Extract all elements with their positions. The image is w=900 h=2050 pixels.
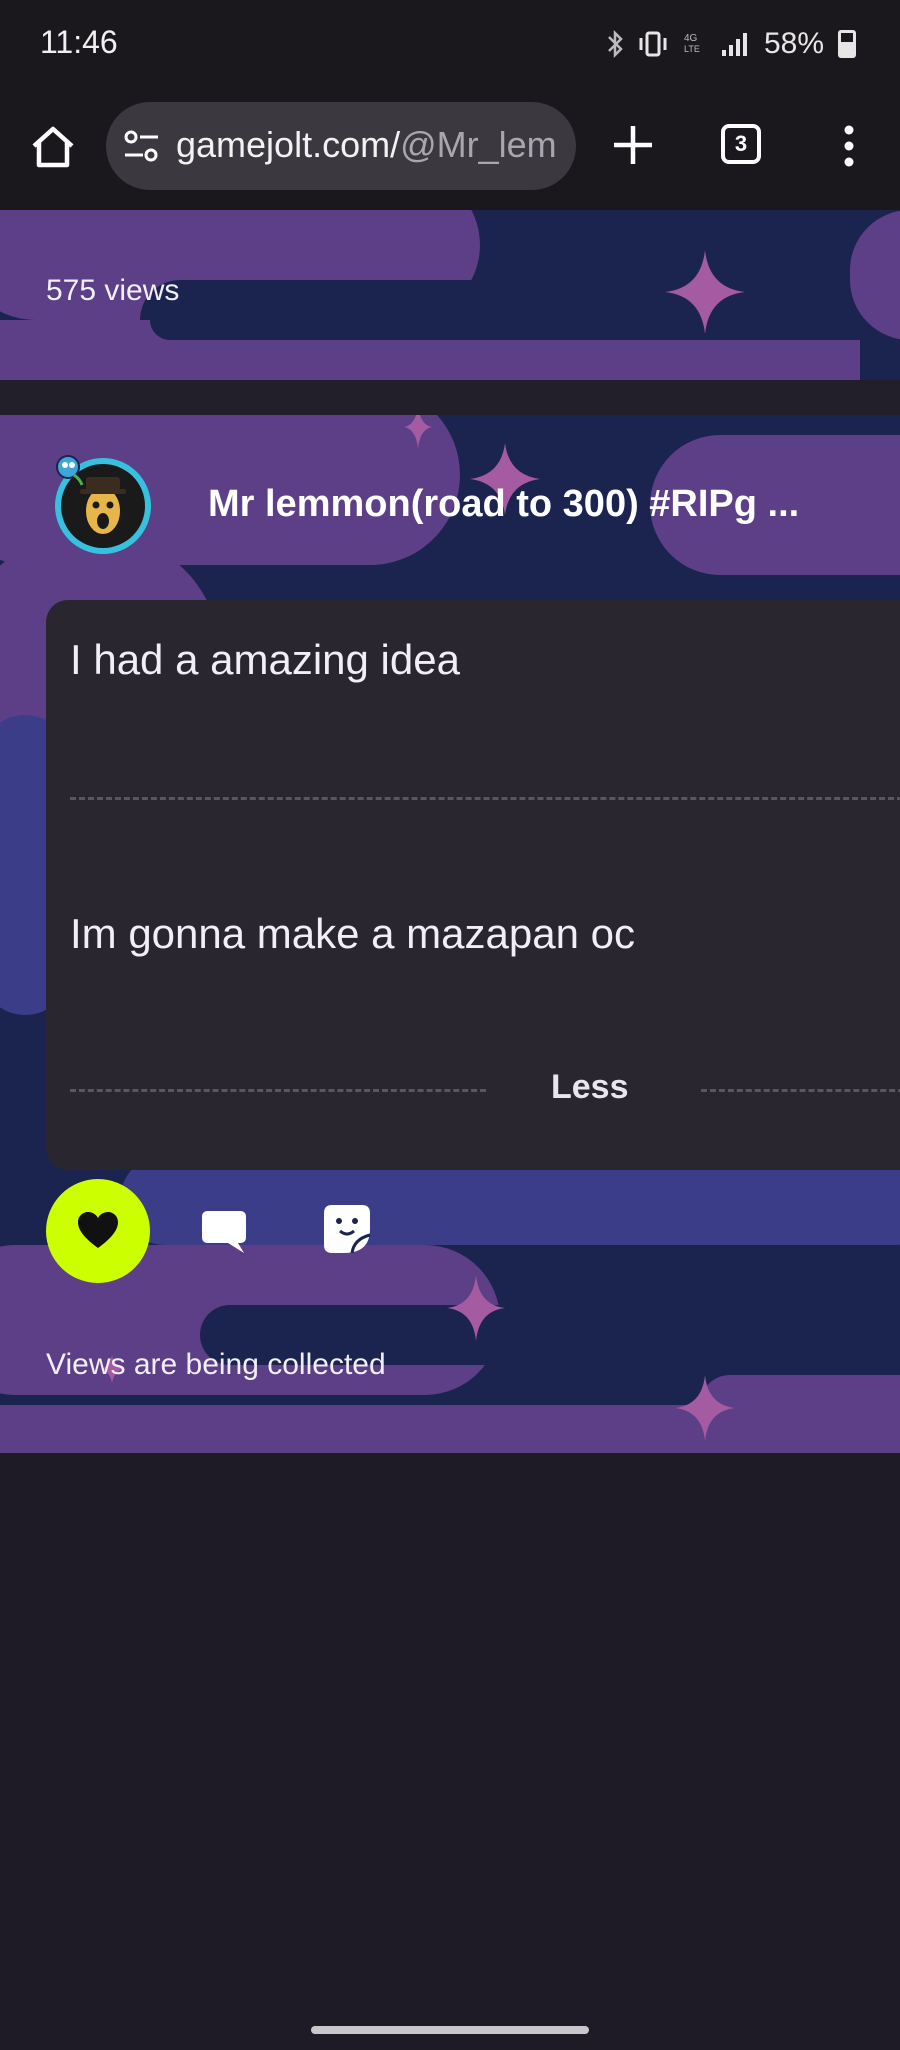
vibrate-icon [639, 31, 667, 57]
bluetooth-icon [608, 30, 623, 58]
tabs-button[interactable]: 3 [721, 124, 761, 164]
tab-count: 3 [734, 131, 748, 156]
post-divider [0, 380, 900, 415]
show-less-button[interactable]: Less [551, 1068, 629, 1107]
gesture-bar[interactable] [311, 2026, 589, 2034]
post-card: Mr lemmon(road to 300) #RIPg ... I had a… [0, 415, 900, 1453]
dashed-separator [70, 797, 900, 800]
previous-post-card: 575 views [0, 210, 900, 380]
plus-icon[interactable] [608, 120, 658, 170]
battery-icon [838, 30, 856, 58]
author-name[interactable]: Mr lemmon(road to 300) #RIPg ... [208, 483, 799, 526]
status-bar: 11:46 4G LTE 58% [0, 0, 900, 90]
home-icon[interactable] [28, 122, 78, 172]
comment-icon[interactable] [200, 1209, 248, 1255]
status-time: 11:46 [40, 24, 118, 60]
post-paragraph: I had a amazing idea [70, 636, 460, 683]
url-host: gamejolt.com/ [176, 124, 401, 165]
status-icons: 4G LTE 58% [606, 24, 856, 64]
address-bar[interactable]: gamejolt.com/@Mr_lem [106, 102, 576, 190]
post-paragraph: Im gonna make a mazapan oc [70, 910, 635, 957]
browser-toolbar: gamejolt.com/@Mr_lem 3 [0, 90, 900, 210]
url-text[interactable]: gamejolt.com/@Mr_lem [176, 124, 566, 166]
dashed-separator [70, 1089, 486, 1092]
signal-icon [721, 33, 747, 56]
view-count: Views are being collected [46, 1348, 386, 1381]
svg-text:4G: 4G [684, 33, 698, 44]
svg-text:LTE: LTE [684, 44, 700, 54]
like-button[interactable] [46, 1179, 150, 1283]
url-path: @Mr_lem [400, 124, 557, 165]
site-settings-icon[interactable] [122, 128, 162, 164]
author-avatar[interactable] [52, 455, 154, 557]
4g-lte-icon: 4GLTE [684, 33, 700, 54]
sticker-icon[interactable] [322, 1203, 372, 1255]
heart-icon [78, 1212, 118, 1248]
post-content: I had a amazing idea Im gonna make a maz… [46, 600, 900, 1170]
dashed-separator [701, 1089, 900, 1092]
view-count: 575 views [46, 274, 180, 307]
more-vert-icon[interactable] [836, 124, 862, 168]
battery-percent: 58% [763, 27, 824, 60]
